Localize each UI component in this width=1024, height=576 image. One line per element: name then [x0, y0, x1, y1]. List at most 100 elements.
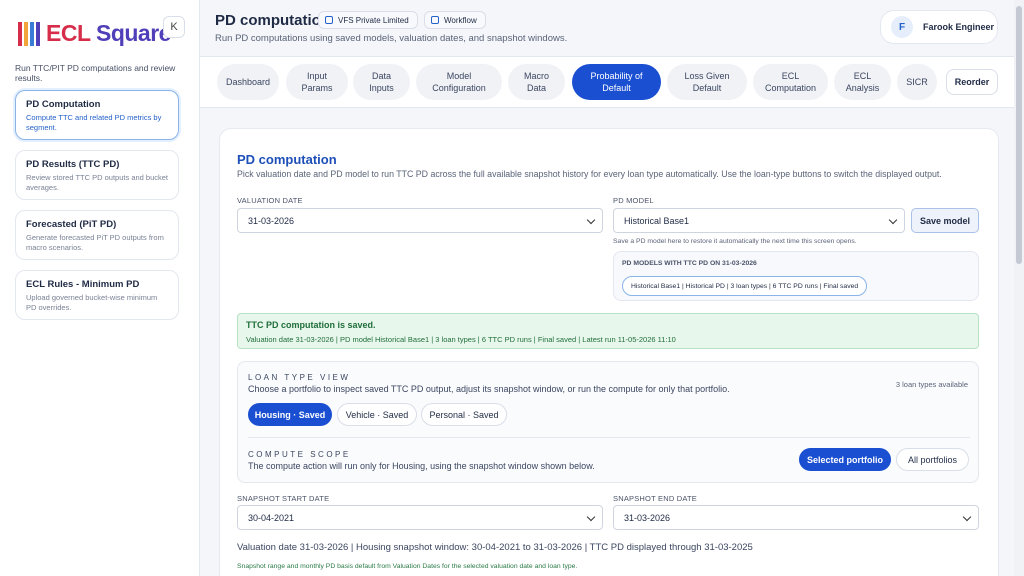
tab-label: Configuration	[432, 83, 486, 93]
valuation-date-label: VALUATION DATE	[237, 196, 303, 205]
chevron-down-icon	[586, 215, 596, 225]
snapshot-end-value: 31-03-2026	[624, 512, 671, 523]
page-scrollbar[interactable]	[1014, 0, 1024, 576]
saved-models-title: PD MODELS WITH TTC PD ON 31-03-2026	[622, 260, 757, 267]
tab-label: Data	[526, 83, 546, 93]
sidebar-item-pd-results[interactable]: PD Results (TTC PD) Review stored TTC PD…	[15, 150, 179, 200]
compute-scope-title: COMPUTE SCOPE	[248, 450, 351, 459]
tab-ecl-analysis[interactable]: ECL Analysis	[834, 64, 891, 100]
tab-bar: Dashboard Input Params Data Inputs Model Co…	[200, 56, 1014, 108]
tab-input-params[interactable]: Input Params	[286, 64, 348, 100]
loan-type-panel: LOAN TYPE VIEW Choose a portfolio to ins…	[237, 361, 979, 483]
sidebar-item-title: PD Computation	[26, 99, 101, 110]
pd-model-value: Historical Base1	[624, 215, 690, 226]
section-title: PD computation	[237, 152, 337, 167]
success-detail: Valuation date 31-03-2026 | PD model His…	[246, 335, 676, 344]
window-summary: Valuation date 31-03-2026 | Housing snap…	[237, 542, 753, 553]
save-model-button[interactable]: Save model	[911, 208, 979, 233]
sidebar-item-title: PD Results (TTC PD)	[26, 159, 120, 170]
tab-label: Loss Given	[684, 71, 730, 81]
sidebar-item-forecasted[interactable]: Forecasted (PiT PD) Generate forecasted …	[15, 210, 179, 260]
header: PD computation VFS Private Limited Workf…	[200, 0, 1024, 56]
scope-selected-portfolio-button[interactable]: Selected portfolio	[799, 448, 891, 471]
tab-label: SICR	[906, 77, 928, 87]
tab-dashboard[interactable]: Dashboard	[217, 64, 279, 100]
tab-ecl-computation[interactable]: ECL Computation	[753, 64, 828, 100]
company-chip-label: VFS Private Limited	[338, 15, 409, 25]
loan-type-vehicle[interactable]: Vehicle · Saved	[337, 403, 417, 426]
chevron-down-icon	[888, 215, 898, 225]
tab-label: Macro	[523, 71, 549, 81]
workflow-chip[interactable]: Workflow	[424, 11, 486, 29]
sidebar-item-ecl-rules[interactable]: ECL Rules - Minimum PD Upload governed b…	[15, 270, 179, 320]
workflow-chip-label: Workflow	[444, 15, 477, 25]
sidebar-item-title: ECL Rules - Minimum PD	[26, 279, 140, 290]
sidebar-item-desc: Upload governed bucket-wise minimum PD o…	[26, 293, 158, 312]
tab-sicr[interactable]: SICR	[897, 64, 937, 100]
divider	[248, 437, 970, 438]
logo-text: ECL Square	[46, 20, 171, 47]
snapshot-end-label: SNAPSHOT END DATE	[613, 494, 697, 503]
window-footnote: Snapshot range and monthly PD basis defa…	[237, 563, 578, 570]
logo: ECL Square	[18, 20, 171, 47]
loan-type-housing[interactable]: Housing · Saved	[248, 403, 332, 426]
pd-model-label: PD MODEL	[613, 196, 654, 205]
saved-models-box: PD MODELS WITH TTC PD ON 31-03-2026 Hist…	[613, 251, 979, 301]
section-description: Pick valuation date and PD model to run …	[237, 169, 942, 179]
tab-macro-data[interactable]: Macro Data	[508, 64, 565, 100]
tab-label: Input	[306, 71, 328, 81]
logo-icon	[18, 21, 40, 46]
snapshot-start-select[interactable]: 30-04-2021	[237, 505, 603, 530]
sidebar-item-pd-computation[interactable]: PD Computation Compute TTC and related P…	[15, 90, 179, 140]
loan-type-count: 3 loan types available	[895, 380, 968, 389]
scrollbar-thumb[interactable]	[1016, 6, 1022, 264]
valuation-date-select[interactable]: 31-03-2026	[237, 208, 603, 233]
tab-label: ECL	[781, 71, 800, 81]
snapshot-start-value: 30-04-2021	[248, 512, 295, 523]
sidebar-item-desc: Generate forecasted PiT PD outputs from …	[26, 233, 164, 252]
chevron-down-icon	[586, 512, 596, 522]
loan-type-view-desc: Choose a portfolio to inspect saved TTC …	[248, 384, 730, 394]
tab-label: Default	[602, 83, 631, 93]
tab-label: Data	[371, 71, 391, 81]
user-menu[interactable]: F Farook Engineer	[880, 10, 998, 44]
success-title: TTC PD computation is saved.	[246, 320, 376, 330]
logo-part-2: Square	[95, 20, 171, 46]
tab-model-configuration[interactable]: Model Configuration	[416, 64, 502, 100]
page-title: PD computation	[215, 12, 330, 29]
sidebar-item-desc: Compute TTC and related PD metrics by se…	[26, 113, 162, 132]
saved-model-pill[interactable]: Historical Base1 | Historical PD | 3 loa…	[622, 276, 868, 296]
logo-part-1: ECL	[46, 20, 91, 46]
collapse-sidebar-button[interactable]: K	[163, 16, 185, 38]
valuation-date-value: 31-03-2026	[248, 215, 295, 226]
pd-model-select[interactable]: Historical Base1	[613, 208, 905, 233]
tab-data-inputs[interactable]: Data Inputs	[353, 64, 410, 100]
reorder-button[interactable]: Reorder	[946, 69, 998, 95]
sidebar-subtitle: Run TTC/PIT PD computations and review r…	[15, 63, 176, 83]
snapshot-end-select[interactable]: 31-03-2026	[613, 505, 979, 530]
tab-label: Params	[301, 83, 333, 93]
tab-label: Analysis	[845, 83, 880, 93]
tab-label: Dashboard	[225, 77, 271, 87]
compute-scope-desc: The compute action will run only for Hou…	[248, 461, 595, 471]
tab-label: Probability of	[590, 71, 643, 81]
chevron-down-icon	[962, 512, 972, 522]
save-model-hint: Save a PD model here to restore it autom…	[613, 238, 857, 245]
tab-label: Inputs	[369, 83, 394, 93]
tab-label: ECL	[853, 71, 872, 81]
tab-label: Model	[446, 71, 472, 81]
sidebar-item-title: Forecasted (PiT PD)	[26, 219, 117, 230]
building-icon	[325, 16, 333, 24]
page-subtitle: Run PD computations using saved models, …	[215, 33, 568, 44]
tab-probability-of-default[interactable]: Probability of Default	[572, 64, 661, 100]
scope-all-portfolios-button[interactable]: All portfolios	[896, 448, 969, 471]
tab-loss-given-default[interactable]: Loss Given Default	[667, 64, 747, 100]
avatar: F	[891, 16, 913, 38]
company-chip[interactable]: VFS Private Limited	[318, 11, 418, 29]
tab-label: Default	[692, 83, 722, 93]
snapshot-start-label: SNAPSHOT START DATE	[237, 494, 330, 503]
sidebar-item-desc: Review stored TTC PD outputs and bucket …	[26, 173, 169, 192]
pd-computation-card: PD computation Pick valuation date and P…	[219, 128, 999, 576]
tab-label: Computation	[764, 83, 817, 93]
loan-type-personal[interactable]: Personal · Saved	[421, 403, 507, 426]
